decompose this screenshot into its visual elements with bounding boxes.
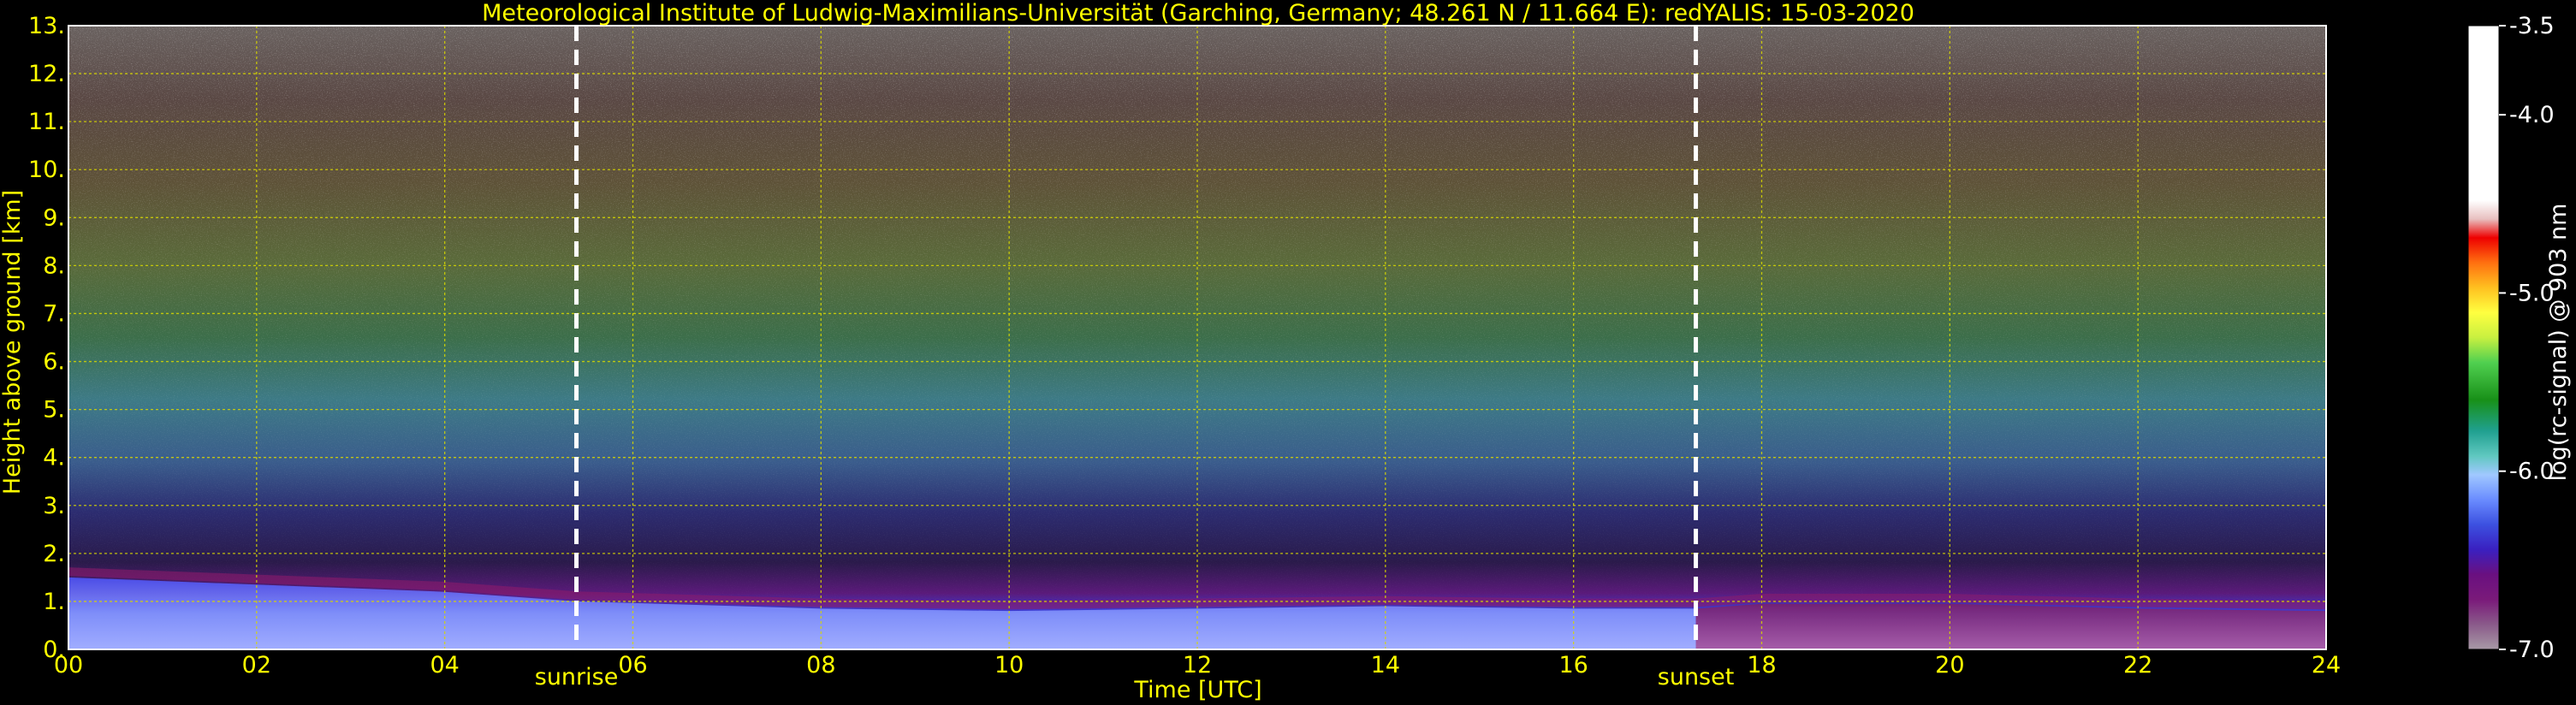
x-tick-label: 02 [242,652,271,678]
y-tick-label: 13. [28,13,65,39]
y-axis-label: Height above ground [km] [0,190,26,495]
y-tick-label: 9. [43,204,65,231]
colorbar-gradient [2467,25,2500,650]
y-tick-labels: 0. 1. 2. 3. 4. 5. 6. 7. 8. 9. 10. 11. 12. 13. [28,13,65,663]
colorbar-label: log(rc-signal) @ 903 nm [2545,204,2572,482]
x-tick-label: 24 [2312,652,2341,678]
y-tick-label: 3. [43,493,65,519]
colorbar-tick-label: -3.5 [2509,13,2555,39]
colorbar [2467,25,2500,650]
y-tick-label: 6. [43,349,65,376]
y-tick-label: 11. [28,109,65,135]
x-tick-label: 12 [1183,652,1212,678]
y-tick-label: 2. [43,541,65,567]
sunset-label: sunset [1658,664,1735,690]
boundary-layer-night [1695,603,2326,649]
sunrise-label: sunrise [535,664,619,690]
x-tick-labels: 00 02 04 06 08 10 12 14 16 18 20 22 24 [54,652,2341,678]
x-tick-label: 06 [618,652,647,678]
x-tick-label: 22 [2123,652,2152,678]
x-tick-label: 04 [430,652,459,678]
x-tick-label: 14 [1371,652,1400,678]
x-tick-label: 20 [1935,652,1964,678]
y-tick-label: 12. [28,61,65,87]
x-tick-label: 08 [806,652,835,678]
y-tick-label: 4. [43,445,65,471]
quicklook-figure: sunrise sunset 00 02 04 06 08 10 12 14 16 18 20 22 24… [0,0,2576,705]
y-tick-label: 10. [28,157,65,183]
y-tick-label: 1. [43,589,65,615]
y-tick-label: 8. [43,252,65,279]
x-tick-label: 10 [994,652,1024,678]
lidar-quicklook-svg: sunrise sunset 00 02 04 06 08 10 12 14 16 18 20 22 24… [0,0,2572,703]
y-tick-label: 0. [43,637,65,663]
y-tick-label: 7. [43,300,65,327]
colorbar-tick-label: -7.0 [2509,637,2555,663]
x-tick-label: 18 [1747,652,1776,678]
chart-title: Meteorological Institute of Ludwig-Maxim… [482,0,1914,27]
y-tick-label: 5. [43,397,65,424]
x-axis-label: Time [UTC] [1133,677,1261,703]
colorbar-tick-label: -4.0 [2509,102,2555,128]
x-tick-label: 16 [1558,652,1588,678]
